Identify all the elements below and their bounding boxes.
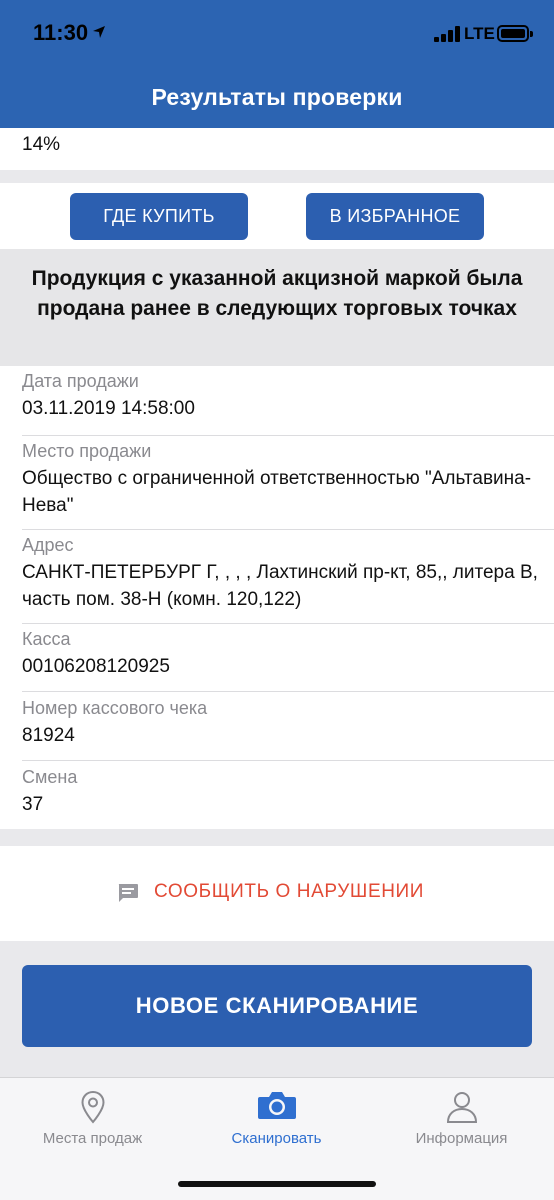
header-bar: 11:30 LTE Результаты проверки [0, 0, 554, 128]
detail-value: Общество с ограниченной ответственностью… [22, 468, 532, 516]
detail-sale-place: Место продажи Общество с ограниченной от… [22, 440, 554, 530]
detail-address: Адрес САНКТ-ПЕТЕРБУРГ Г, , , , Лахтински… [22, 534, 554, 624]
tab-label: Места продаж [42, 1130, 143, 1147]
person-icon [446, 1092, 477, 1123]
detail-label: Номер кассового чека [22, 698, 208, 718]
signal-icon [434, 26, 460, 42]
map-pin-icon [80, 1090, 105, 1124]
add-favorite-button[interactable]: В ИЗБРАННОЕ [306, 193, 484, 240]
tab-information[interactable]: Информация [369, 1078, 554, 1168]
message-icon [118, 884, 138, 902]
detail-label: Дата продажи [22, 371, 139, 391]
action-buttons: ГДЕ КУПИТЬ В ИЗБРАННОЕ [0, 183, 554, 249]
detail-label: Касса [22, 629, 71, 649]
report-violation-button[interactable]: СООБЩИТЬ О НАРУШЕНИИ [0, 846, 554, 941]
detail-receipt-number: Номер кассового чека 81924 [22, 697, 554, 761]
network-type: LTE [464, 24, 495, 43]
detail-sale-date: Дата продажи 03.11.2019 14:58:00 [22, 370, 554, 436]
new-scan-button[interactable]: НОВОЕ СКАНИРОВАНИЕ [22, 965, 532, 1047]
where-to-buy-button[interactable]: ГДЕ КУПИТЬ [70, 193, 248, 240]
location-arrow-icon [93, 26, 105, 38]
camera-icon [257, 1092, 296, 1119]
tab-sales-places[interactable]: Места продаж [0, 1078, 185, 1168]
detail-label: Смена [22, 767, 78, 787]
percent-card: 14% [0, 128, 554, 170]
detail-value: 81924 [22, 725, 75, 746]
detail-value: САНКТ-ПЕТЕРБУРГ Г, , , , Лахтинский пр-к… [22, 562, 538, 610]
sale-details: Дата продажи 03.11.2019 14:58:00 Место п… [0, 366, 554, 829]
home-indicator[interactable] [178, 1181, 376, 1187]
tab-label: Информация [415, 1130, 508, 1147]
detail-value: 03.11.2019 14:58:00 [22, 398, 195, 419]
tab-label: Сканировать [231, 1130, 322, 1147]
battery-icon [497, 25, 533, 42]
tab-scan[interactable]: Сканировать [184, 1078, 369, 1168]
detail-label: Адрес [22, 535, 74, 555]
detail-register: Касса 00106208120925 [22, 628, 554, 692]
status-bar: 11:30 LTE [0, 0, 554, 64]
detail-label: Место продажи [22, 441, 152, 461]
status-time: 11:30 [33, 20, 89, 45]
percent-value: 14% [22, 134, 61, 155]
page-title: Результаты проверки [151, 84, 403, 110]
report-violation-label: СООБЩИТЬ О НАРУШЕНИИ [154, 881, 425, 902]
sold-notice: Продукция с указанной акцизной маркой бы… [0, 249, 554, 366]
detail-value: 00106208120925 [22, 656, 170, 677]
detail-shift: Смена 37 [22, 766, 554, 826]
detail-value: 37 [22, 794, 44, 815]
